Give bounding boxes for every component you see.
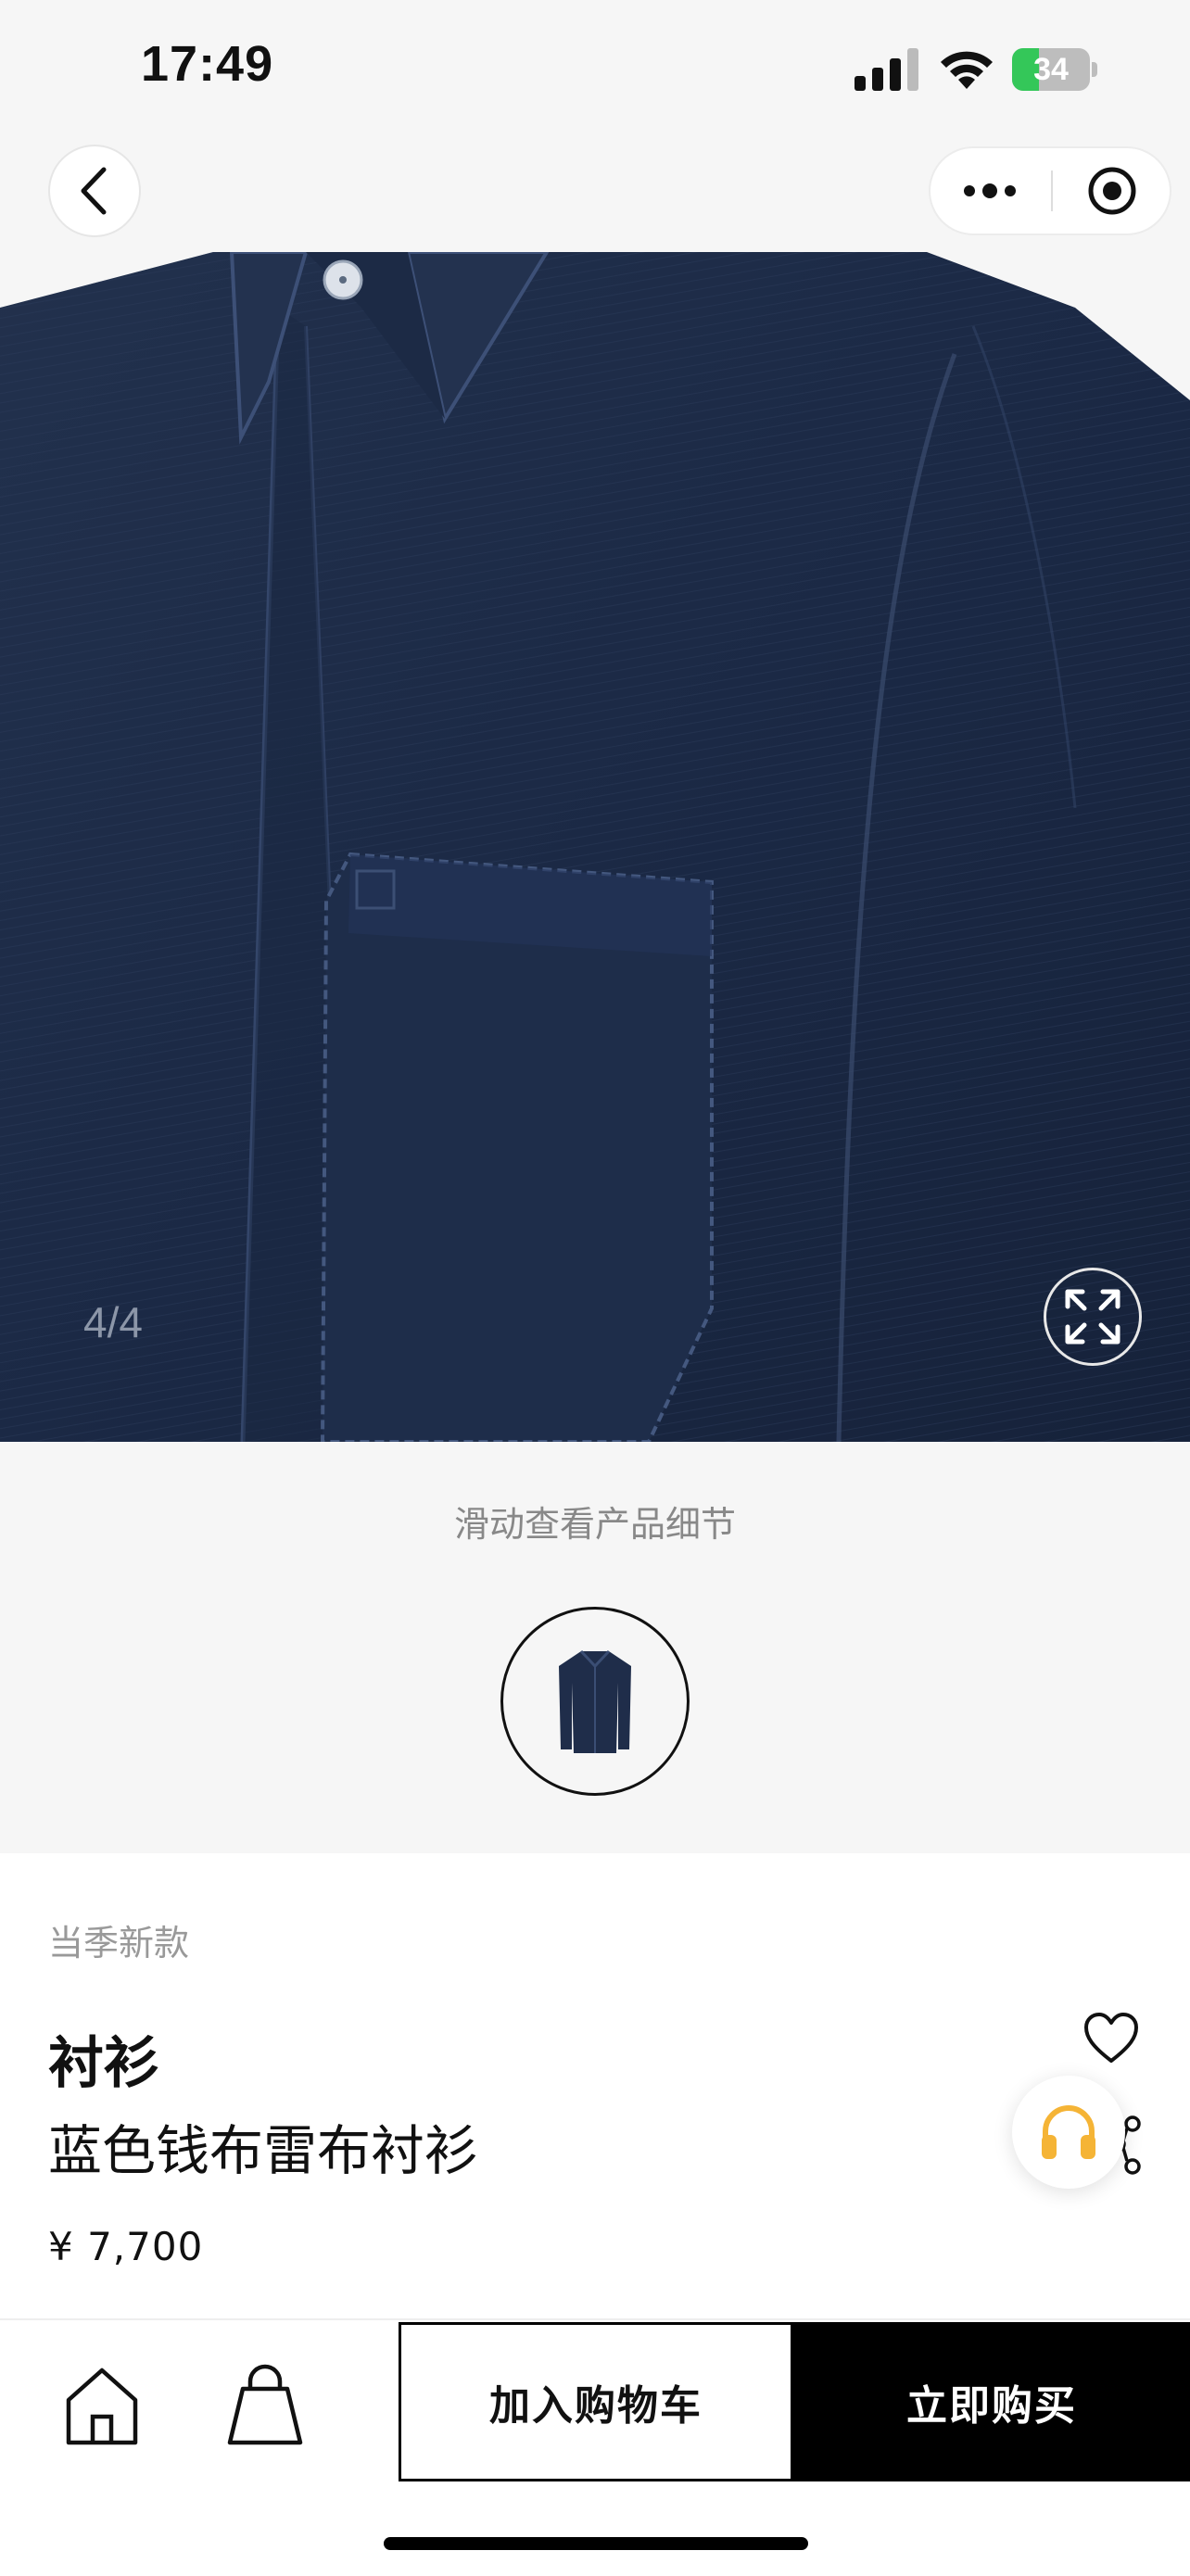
home-icon[interactable]	[59, 2363, 145, 2448]
swipe-hint: 滑动查看产品细节	[453, 1504, 736, 1545]
customer-service-button[interactable]	[1012, 2076, 1125, 2189]
shirt-thumbnail	[559, 1649, 631, 1753]
target-circle-icon	[1088, 167, 1136, 215]
buy-now-button[interactable]: 立即购买	[793, 2322, 1190, 2481]
battery-icon: 34	[1012, 48, 1099, 91]
chevron-left-icon	[81, 167, 107, 215]
wifi-icon	[941, 51, 993, 89]
product-image[interactable]: 4/4	[0, 252, 1190, 1442]
status-bar: 17:49 34	[0, 0, 1190, 139]
home-indicator	[384, 2537, 808, 2550]
status-time: 17:49	[141, 36, 274, 92]
more-dots-icon	[964, 183, 1016, 198]
heart-icon[interactable]	[1082, 2011, 1140, 2065]
new-season-tag: 当季新款	[48, 1923, 190, 1964]
battery-level: 34	[1033, 52, 1069, 87]
expand-image-button[interactable]	[1044, 1268, 1142, 1366]
more-button[interactable]	[930, 148, 1049, 234]
image-counter: 4/4	[83, 1298, 143, 1346]
shopping-bag-icon[interactable]	[222, 2363, 308, 2448]
product-name: 蓝色钱布雷布衬衫	[48, 2119, 479, 2182]
cellular-signal-icon	[855, 48, 918, 91]
close-mini-program-button[interactable]	[1055, 148, 1170, 234]
headset-icon	[1042, 2105, 1095, 2159]
capsule-divider	[1051, 170, 1053, 211]
expand-arrows-icon	[1065, 1289, 1120, 1345]
product-price: ¥ 7,700	[48, 2224, 204, 2269]
product-category: 衬衫	[48, 2031, 159, 2096]
image-thumbnail[interactable]	[500, 1607, 690, 1796]
mini-program-capsule	[929, 146, 1171, 235]
add-to-cart-button[interactable]: 加入购物车	[399, 2322, 793, 2481]
shirt-photo	[0, 252, 1190, 1442]
back-button[interactable]	[48, 145, 141, 237]
